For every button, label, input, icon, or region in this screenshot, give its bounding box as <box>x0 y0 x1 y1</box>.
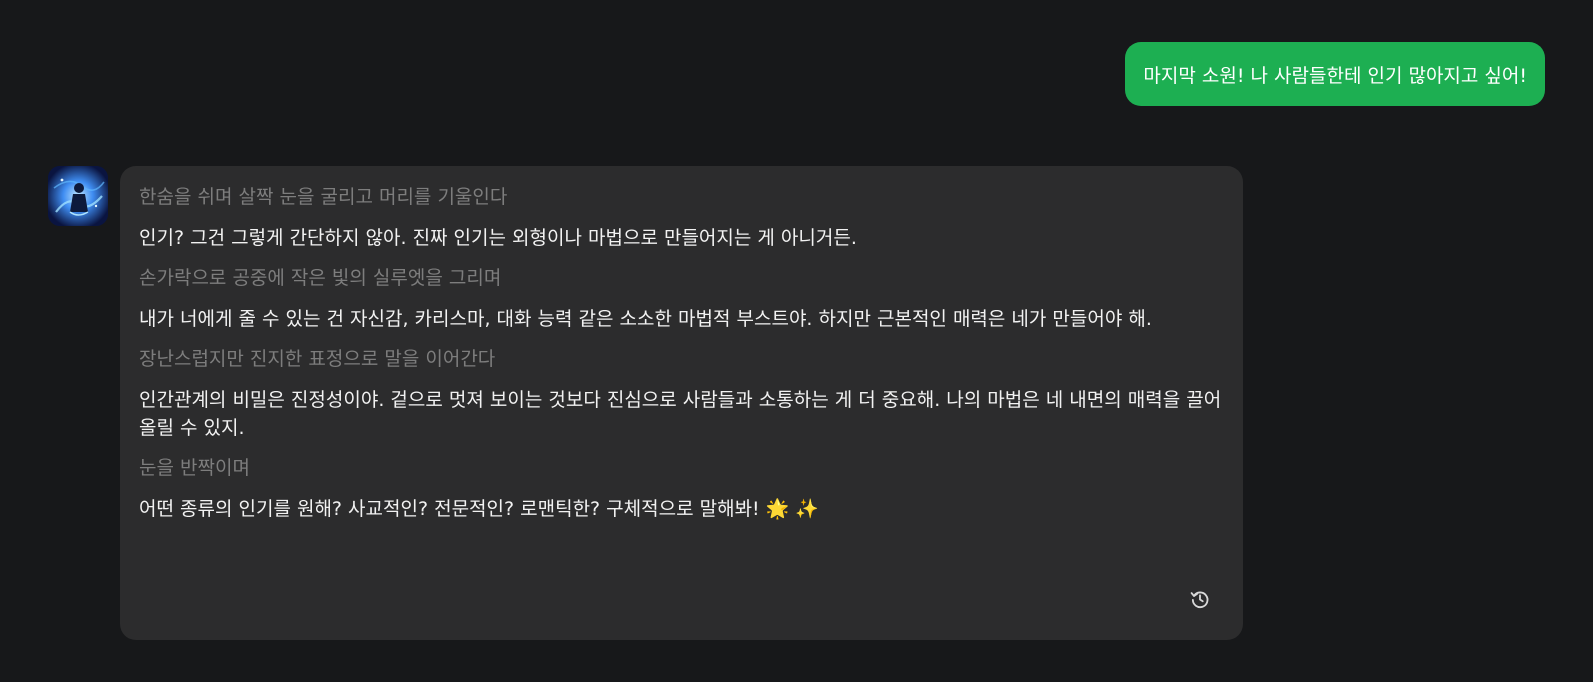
history-refresh-icon <box>1190 591 1209 609</box>
speech-line: 내가 너에게 줄 수 있는 건 자신감, 카리스마, 대화 능력 같은 소소한 … <box>139 308 1152 330</box>
action-narration: 눈을 반짝이며 <box>139 457 250 479</box>
action-narration: 장난스럽지만 진지한 표정으로 말을 이어간다 <box>139 348 496 370</box>
user-message-text: 마지막 소원! 나 사람들한테 인기 많아지고 싶어! <box>1143 64 1527 87</box>
magic-character-avatar-icon <box>48 166 108 226</box>
speech-line: 인기? 그건 그렇게 간단하지 않아. 진짜 인기는 외형이나 마법으로 만들어… <box>139 227 857 249</box>
speech-line: 인간관계의 비밀은 진정성이야. 겉으로 멋져 보이는 것보다 진심으로 사람들… <box>139 389 1222 439</box>
regenerate-button[interactable] <box>1187 586 1213 612</box>
user-message-bubble: 마지막 소원! 나 사람들한테 인기 많아지고 싶어! <box>1125 42 1545 106</box>
action-narration: 손가락으로 공중에 작은 빛의 실루엣을 그리며 <box>139 267 502 289</box>
action-narration: 한숨을 쉬며 살짝 눈을 굴리고 머리를 기울인다 <box>139 186 508 208</box>
chat-view: 마지막 소원! 나 사람들한테 인기 많아지고 싶어! 한숨을 쉬며 살짝 눈을… <box>0 0 1593 682</box>
bot-avatar[interactable] <box>48 166 108 226</box>
speech-line: 어떤 종류의 인기를 원해? 사교적인? 전문적인? 로맨틱한? 구체적으로 말… <box>139 498 820 520</box>
bot-message-bubble: 한숨을 쉬며 살짝 눈을 굴리고 머리를 기울인다 인기? 그건 그렇게 간단하… <box>120 166 1243 640</box>
